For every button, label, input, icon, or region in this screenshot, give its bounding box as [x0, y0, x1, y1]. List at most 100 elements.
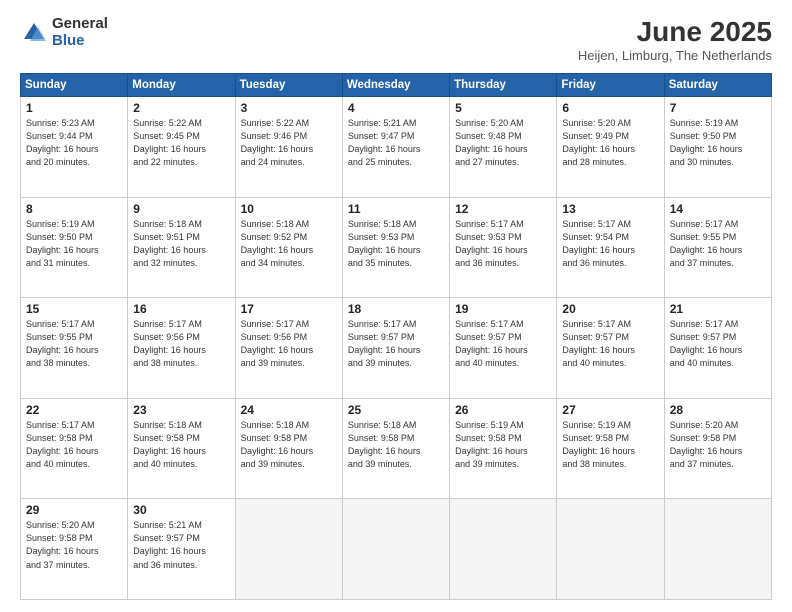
- day-number: 19: [455, 302, 551, 316]
- week-row-3: 15 Sunrise: 5:17 AM Sunset: 9:55 PM Dayli…: [21, 298, 772, 399]
- col-header-sunday: Sunday: [21, 74, 128, 97]
- day-info: Sunrise: 5:18 AM Sunset: 9:52 PM Dayligh…: [241, 218, 337, 270]
- day-number: 17: [241, 302, 337, 316]
- day-info: Sunrise: 5:20 AM Sunset: 9:49 PM Dayligh…: [562, 117, 658, 169]
- day-info: Sunrise: 5:20 AM Sunset: 9:58 PM Dayligh…: [26, 519, 122, 571]
- empty-cell: [450, 499, 557, 600]
- day-info: Sunrise: 5:21 AM Sunset: 9:47 PM Dayligh…: [348, 117, 444, 169]
- day-cell-1: 1Sunrise: 5:23 AM Sunset: 9:44 PM Daylig…: [21, 97, 128, 198]
- day-number: 16: [133, 302, 229, 316]
- day-info: Sunrise: 5:17 AM Sunset: 9:56 PM Dayligh…: [241, 318, 337, 370]
- col-header-monday: Monday: [128, 74, 235, 97]
- day-number: 11: [348, 202, 444, 216]
- day-cell-23: 23Sunrise: 5:18 AM Sunset: 9:58 PM Dayli…: [128, 398, 235, 499]
- day-info: Sunrise: 5:18 AM Sunset: 9:58 PM Dayligh…: [133, 419, 229, 471]
- day-cell-17: 17 Sunrise: 5:17 AM Sunset: 9:56 PM Dayli…: [235, 298, 342, 399]
- logo-text: General Blue: [52, 16, 108, 49]
- col-header-saturday: Saturday: [664, 74, 771, 97]
- day-cell-28: 28 Sunrise: 5:20 AM Sunset: 9:58 PM Dayli…: [664, 398, 771, 499]
- day-info: Sunrise: 5:21 AM Sunset: 9:57 PM Dayligh…: [133, 519, 229, 571]
- day-number: 3: [241, 101, 337, 115]
- day-number: 6: [562, 101, 658, 115]
- day-number: 22: [26, 403, 122, 417]
- day-info: Sunrise: 5:18 AM Sunset: 9:58 PM Dayligh…: [348, 419, 444, 471]
- day-info: Sunrise: 5:22 AM Sunset: 9:45 PM Dayligh…: [133, 117, 229, 169]
- day-cell-2: 2 Sunrise: 5:22 AM Sunset: 9:45 PM Daylig…: [128, 97, 235, 198]
- day-cell-21: 21 Sunrise: 5:17 AM Sunset: 9:57 PM Dayli…: [664, 298, 771, 399]
- day-cell-18: 18 Sunrise: 5:17 AM Sunset: 9:57 PM Dayli…: [342, 298, 449, 399]
- logo-icon: [20, 19, 48, 47]
- calendar-table: SundayMondayTuesdayWednesdayThursdayFrid…: [20, 73, 772, 600]
- day-number: 29: [26, 503, 122, 517]
- day-cell-26: 26 Sunrise: 5:19 AM Sunset: 9:58 PM Dayli…: [450, 398, 557, 499]
- day-cell-22: 22 Sunrise: 5:17 AM Sunset: 9:58 PM Dayli…: [21, 398, 128, 499]
- day-info: Sunrise: 5:18 AM Sunset: 9:58 PM Dayligh…: [241, 419, 337, 471]
- day-info: Sunrise: 5:22 AM Sunset: 9:46 PM Dayligh…: [241, 117, 337, 169]
- day-number: 8: [26, 202, 122, 216]
- day-number: 28: [670, 403, 766, 417]
- logo-general: General: [52, 16, 108, 33]
- day-info: Sunrise: 5:20 AM Sunset: 9:58 PM Dayligh…: [670, 419, 766, 471]
- day-cell-24: 24Sunrise: 5:18 AM Sunset: 9:58 PM Dayli…: [235, 398, 342, 499]
- day-info: Sunrise: 5:23 AM Sunset: 9:44 PM Dayligh…: [26, 117, 122, 169]
- day-cell-13: 13 Sunrise: 5:17 AM Sunset: 9:54 PM Dayli…: [557, 197, 664, 298]
- day-number: 25: [348, 403, 444, 417]
- day-cell-7: 7 Sunrise: 5:19 AM Sunset: 9:50 PM Daylig…: [664, 97, 771, 198]
- day-info: Sunrise: 5:17 AM Sunset: 9:57 PM Dayligh…: [562, 318, 658, 370]
- day-info: Sunrise: 5:19 AM Sunset: 9:58 PM Dayligh…: [562, 419, 658, 471]
- day-number: 2: [133, 101, 229, 115]
- day-cell-19: 19 Sunrise: 5:17 AM Sunset: 9:57 PM Dayli…: [450, 298, 557, 399]
- col-header-wednesday: Wednesday: [342, 74, 449, 97]
- header-row: SundayMondayTuesdayWednesdayThursdayFrid…: [21, 74, 772, 97]
- day-cell-27: 27 Sunrise: 5:19 AM Sunset: 9:58 PM Dayli…: [557, 398, 664, 499]
- day-number: 18: [348, 302, 444, 316]
- title-section: June 2025 Heijen, Limburg, The Netherlan…: [578, 16, 772, 63]
- day-number: 26: [455, 403, 551, 417]
- day-cell-30: 30 Sunrise: 5:21 AM Sunset: 9:57 PM Dayli…: [128, 499, 235, 600]
- day-number: 9: [133, 202, 229, 216]
- logo: General Blue: [20, 16, 108, 49]
- logo-blue: Blue: [52, 33, 108, 50]
- col-header-tuesday: Tuesday: [235, 74, 342, 97]
- day-number: 10: [241, 202, 337, 216]
- day-info: Sunrise: 5:17 AM Sunset: 9:53 PM Dayligh…: [455, 218, 551, 270]
- day-number: 5: [455, 101, 551, 115]
- day-info: Sunrise: 5:17 AM Sunset: 9:57 PM Dayligh…: [670, 318, 766, 370]
- day-number: 30: [133, 503, 229, 517]
- col-header-thursday: Thursday: [450, 74, 557, 97]
- day-info: Sunrise: 5:19 AM Sunset: 9:50 PM Dayligh…: [26, 218, 122, 270]
- week-row-5: 29 Sunrise: 5:20 AM Sunset: 9:58 PM Dayli…: [21, 499, 772, 600]
- day-info: Sunrise: 5:17 AM Sunset: 9:55 PM Dayligh…: [26, 318, 122, 370]
- day-cell-12: 12 Sunrise: 5:17 AM Sunset: 9:53 PM Dayli…: [450, 197, 557, 298]
- day-info: Sunrise: 5:17 AM Sunset: 9:57 PM Dayligh…: [455, 318, 551, 370]
- day-cell-25: 25 Sunrise: 5:18 AM Sunset: 9:58 PM Dayli…: [342, 398, 449, 499]
- day-number: 15: [26, 302, 122, 316]
- day-cell-8: 8 Sunrise: 5:19 AM Sunset: 9:50 PM Daylig…: [21, 197, 128, 298]
- empty-cell: [342, 499, 449, 600]
- day-info: Sunrise: 5:17 AM Sunset: 9:57 PM Dayligh…: [348, 318, 444, 370]
- day-number: 21: [670, 302, 766, 316]
- day-cell-11: 11Sunrise: 5:18 AM Sunset: 9:53 PM Dayli…: [342, 197, 449, 298]
- day-cell-6: 6 Sunrise: 5:20 AM Sunset: 9:49 PM Daylig…: [557, 97, 664, 198]
- day-number: 12: [455, 202, 551, 216]
- day-cell-9: 9Sunrise: 5:18 AM Sunset: 9:51 PM Daylig…: [128, 197, 235, 298]
- day-info: Sunrise: 5:17 AM Sunset: 9:58 PM Dayligh…: [26, 419, 122, 471]
- week-row-4: 22 Sunrise: 5:17 AM Sunset: 9:58 PM Dayli…: [21, 398, 772, 499]
- day-info: Sunrise: 5:19 AM Sunset: 9:58 PM Dayligh…: [455, 419, 551, 471]
- day-cell-14: 14Sunrise: 5:17 AM Sunset: 9:55 PM Dayli…: [664, 197, 771, 298]
- empty-cell: [557, 499, 664, 600]
- col-header-friday: Friday: [557, 74, 664, 97]
- week-row-1: 1Sunrise: 5:23 AM Sunset: 9:44 PM Daylig…: [21, 97, 772, 198]
- day-cell-15: 15 Sunrise: 5:17 AM Sunset: 9:55 PM Dayli…: [21, 298, 128, 399]
- day-cell-5: 5Sunrise: 5:20 AM Sunset: 9:48 PM Daylig…: [450, 97, 557, 198]
- empty-cell: [664, 499, 771, 600]
- day-cell-4: 4Sunrise: 5:21 AM Sunset: 9:47 PM Daylig…: [342, 97, 449, 198]
- day-info: Sunrise: 5:19 AM Sunset: 9:50 PM Dayligh…: [670, 117, 766, 169]
- day-info: Sunrise: 5:17 AM Sunset: 9:55 PM Dayligh…: [670, 218, 766, 270]
- day-number: 13: [562, 202, 658, 216]
- day-number: 7: [670, 101, 766, 115]
- day-number: 27: [562, 403, 658, 417]
- day-info: Sunrise: 5:17 AM Sunset: 9:54 PM Dayligh…: [562, 218, 658, 270]
- day-cell-20: 20Sunrise: 5:17 AM Sunset: 9:57 PM Dayli…: [557, 298, 664, 399]
- week-row-2: 8 Sunrise: 5:19 AM Sunset: 9:50 PM Daylig…: [21, 197, 772, 298]
